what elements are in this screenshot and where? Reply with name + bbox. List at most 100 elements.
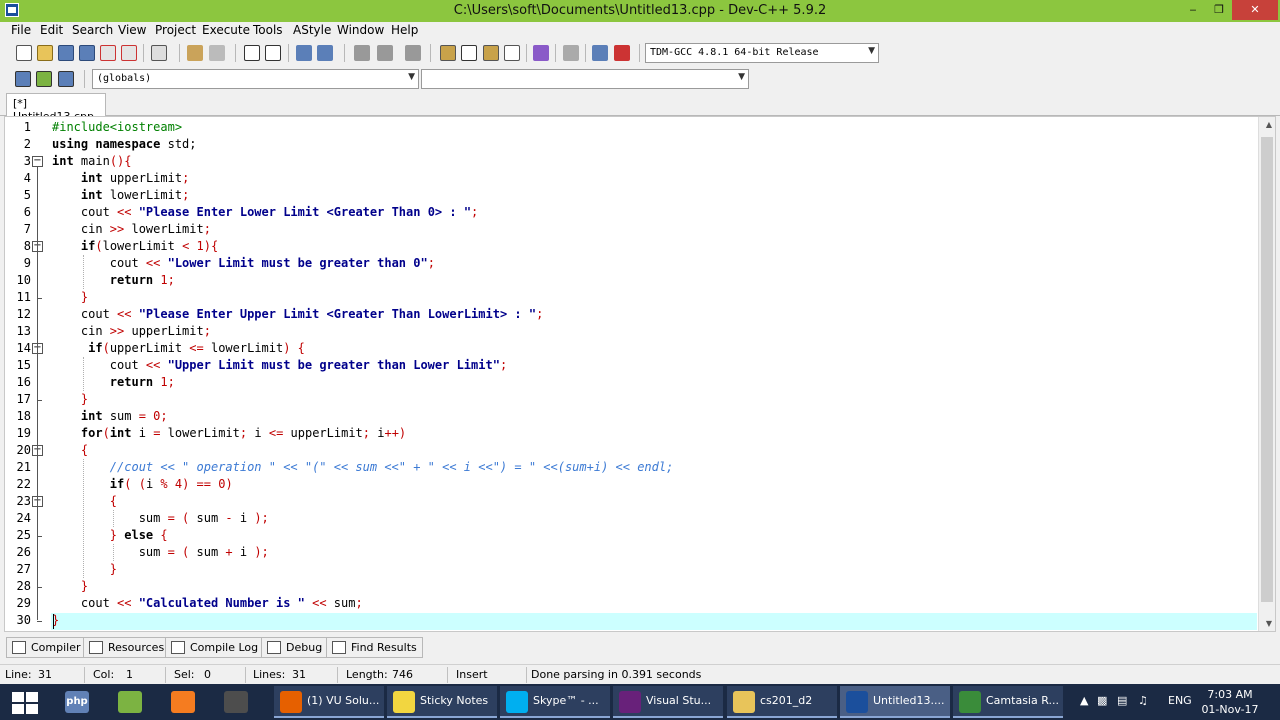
compiler-select[interactable]: TDM-GCC 4.8.1 64-bit Release ▼ xyxy=(645,43,879,63)
status-line-value: 31 xyxy=(38,668,52,681)
compile-icon[interactable] xyxy=(440,45,456,61)
taskbar-app-button[interactable]: cs201_d2 xyxy=(727,686,837,718)
tab-resources[interactable]: Resources xyxy=(83,637,171,658)
function-select[interactable]: ▼ xyxy=(421,69,749,89)
code-token: <= xyxy=(189,341,204,355)
find-icon[interactable] xyxy=(244,45,260,61)
menu-file[interactable]: File xyxy=(10,23,32,37)
taskbar-app-button[interactable]: Untitled13.... xyxy=(840,686,950,718)
code-token: 1 xyxy=(153,375,168,389)
code-token: i xyxy=(247,426,269,440)
code-token: ++) xyxy=(384,426,407,440)
menu-help[interactable]: Help xyxy=(390,23,419,37)
tab-find-results[interactable]: Find Results xyxy=(326,637,423,658)
taskbar-clock[interactable]: 7:03 AM 01-Nov-17 xyxy=(1200,687,1260,717)
profile-icon[interactable] xyxy=(592,45,608,61)
open-file-icon[interactable] xyxy=(37,45,53,61)
tray-volume-icon[interactable]: ♫ xyxy=(1138,694,1148,707)
code-token: 1 xyxy=(153,273,168,287)
class-browser-icon[interactable] xyxy=(58,71,74,87)
taskbar-app-button[interactable]: Sticky Notes xyxy=(387,686,497,718)
maximize-button[interactable]: ❐ xyxy=(1206,0,1232,20)
code-token: ( xyxy=(102,426,110,440)
toggle-bookmark-icon[interactable] xyxy=(354,45,370,61)
menu-edit[interactable]: Edit xyxy=(39,23,64,37)
close-button[interactable]: ✕ xyxy=(1232,0,1278,20)
menu-execute[interactable]: Execute xyxy=(201,23,251,37)
redo-icon[interactable] xyxy=(209,45,225,61)
code-editor[interactable]: 1 2 3 4 5 6 7 8 9 10 11 12 13 14 15 16 17 18 19 20 21 22 23 24 2… xyxy=(4,116,1276,632)
replace-icon[interactable] xyxy=(265,45,281,61)
tab-compile-log[interactable]: Compile Log xyxy=(165,637,265,658)
app-icon xyxy=(506,691,528,713)
scope-select[interactable]: (globals) ▼ xyxy=(92,69,419,89)
android-studio-icon[interactable] xyxy=(110,687,150,717)
code-token: >> xyxy=(109,222,125,236)
code-token: << xyxy=(145,358,161,372)
print-icon[interactable] xyxy=(151,45,167,61)
code-token: upperLimit xyxy=(109,341,190,355)
code-token: = ( xyxy=(167,545,190,559)
xampp-icon[interactable] xyxy=(163,687,203,717)
scroll-up-icon[interactable]: ▲ xyxy=(1266,120,1272,129)
vertical-scrollbar[interactable]: ▲ ▼ xyxy=(1258,117,1275,631)
goto-line-icon[interactable] xyxy=(405,45,421,61)
compile-run-icon[interactable] xyxy=(483,45,499,61)
goto-bookmark-icon[interactable] xyxy=(377,45,393,61)
goto-icon[interactable] xyxy=(36,71,52,87)
code-token: cout xyxy=(52,307,118,321)
menu-astyle[interactable]: AStyle xyxy=(292,23,332,37)
tab-untitled13[interactable]: [*] Untitled13.cpp xyxy=(6,93,106,123)
undo-icon[interactable] xyxy=(187,45,203,61)
save-icon[interactable] xyxy=(58,45,74,61)
tray-arrow-icon[interactable]: ▲ xyxy=(1080,694,1088,707)
sublime-icon[interactable] xyxy=(216,687,256,717)
code-line: return 1; xyxy=(52,374,175,391)
scroll-down-icon[interactable]: ▼ xyxy=(1266,619,1272,628)
scrollbar-thumb[interactable] xyxy=(1261,137,1273,602)
insert-icon[interactable] xyxy=(15,71,31,87)
taskbar-app-button[interactable]: Camtasia R... xyxy=(953,686,1063,718)
fold-toggle-icon[interactable]: − xyxy=(32,156,43,167)
indent-icon[interactable] xyxy=(296,45,312,61)
tab-compiler[interactable]: Compiler xyxy=(6,637,87,658)
menu-view[interactable]: View xyxy=(117,23,147,37)
minimize-button[interactable]: ‒ xyxy=(1180,0,1206,20)
check-syntax-icon[interactable] xyxy=(533,45,549,61)
new-file-icon[interactable] xyxy=(16,45,32,61)
unindent-icon[interactable] xyxy=(317,45,333,61)
clock-date: 01-Nov-17 xyxy=(1201,703,1259,716)
line-number: 3 xyxy=(23,154,31,168)
php-icon[interactable]: php xyxy=(57,687,97,717)
menu-tools[interactable]: Tools xyxy=(252,23,284,37)
tab-debug[interactable]: Debug xyxy=(261,637,329,658)
windows-start-icon[interactable] xyxy=(12,692,38,714)
app-icon xyxy=(280,691,302,713)
rebuild-all-icon[interactable] xyxy=(504,45,520,61)
close-all-icon[interactable] xyxy=(121,45,137,61)
line-number-gutter: 1 2 3 4 5 6 7 8 9 10 11 12 13 14 15 16 17 18 19 20 21 22 23 24 2… xyxy=(5,117,51,631)
close-file-icon[interactable] xyxy=(100,45,116,61)
taskbar-app-button[interactable]: Visual Stu... xyxy=(613,686,723,718)
code-token: i xyxy=(131,426,154,440)
tray-language[interactable]: ENG xyxy=(1168,694,1192,707)
line-number: 30 xyxy=(16,613,31,627)
stop-execution-icon[interactable] xyxy=(563,45,579,61)
debug-icon[interactable] xyxy=(614,45,630,61)
editor-tabs: [*] Untitled13.cpp xyxy=(0,92,1280,123)
code-token: { xyxy=(153,528,168,542)
line-number: 5 xyxy=(23,188,31,202)
taskbar-app-label: Untitled13.... xyxy=(873,694,945,707)
menu-project[interactable]: Project xyxy=(154,23,197,37)
taskbar-app-button[interactable]: Skype™ - ... xyxy=(500,686,610,718)
menu-search[interactable]: Search xyxy=(71,23,114,37)
tray-network-icon[interactable]: ▩ xyxy=(1097,694,1107,707)
taskbar-app-button[interactable]: (1) VU Solu... xyxy=(274,686,384,718)
menu-window[interactable]: Window xyxy=(336,23,385,37)
line-number: 4 xyxy=(23,171,31,185)
run-icon[interactable] xyxy=(461,45,477,61)
tray-signal-icon[interactable]: ▤ xyxy=(1117,694,1127,707)
save-all-icon[interactable] xyxy=(79,45,95,61)
